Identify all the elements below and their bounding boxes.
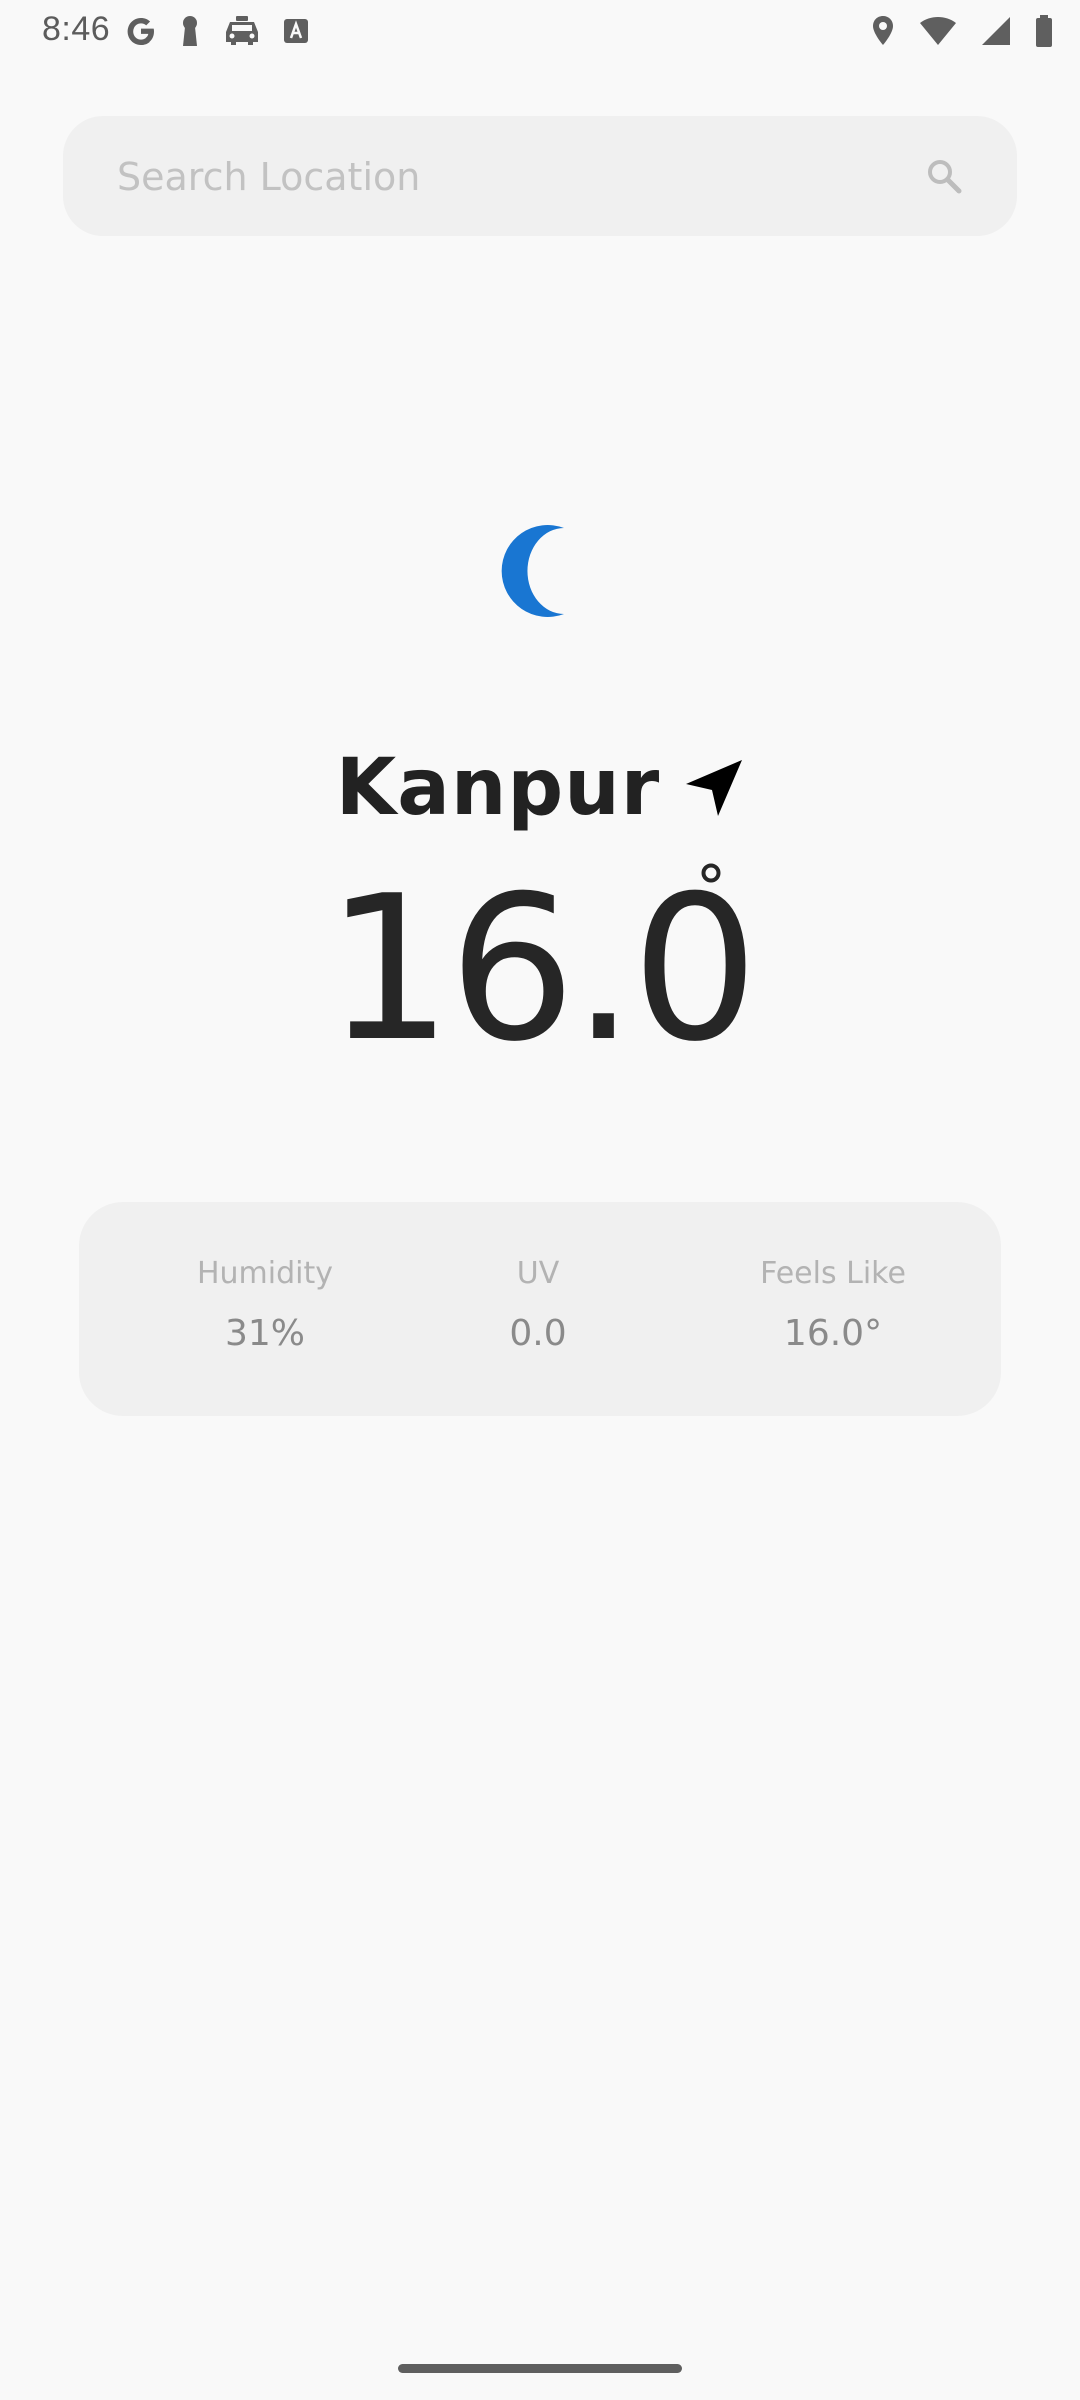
navigation-arrow-icon bbox=[684, 758, 744, 818]
signal-icon bbox=[980, 15, 1012, 47]
temperature-value: 16.0 bbox=[325, 853, 758, 1086]
stats-card: Humidity 31% UV 0.0 Feels Like 16.0° bbox=[79, 1202, 1001, 1416]
feels-like-label: Feels Like bbox=[760, 1256, 906, 1291]
uv-value: 0.0 bbox=[509, 1313, 567, 1354]
status-left-icons bbox=[124, 12, 330, 50]
status-bar: 8:46 bbox=[0, 0, 1080, 62]
status-time: 8:46 bbox=[42, 10, 111, 48]
humidity-label: Humidity bbox=[196, 1256, 334, 1291]
search-bar[interactable] bbox=[63, 116, 1017, 238]
uv-label: UV bbox=[516, 1256, 560, 1291]
translate-icon bbox=[282, 16, 310, 46]
humidity-stat: Humidity 31% bbox=[135, 1254, 395, 1356]
feels-like-stat: Feels Like 16.0° bbox=[703, 1254, 963, 1356]
city-row: Kanpur bbox=[0, 738, 1080, 838]
battery-icon bbox=[1034, 14, 1054, 48]
keyhole-icon bbox=[178, 14, 202, 48]
search-icon[interactable] bbox=[925, 157, 963, 195]
home-indicator[interactable] bbox=[398, 2364, 682, 2373]
taxi-icon bbox=[222, 14, 262, 48]
search-input[interactable] bbox=[115, 116, 899, 238]
wifi-icon bbox=[918, 15, 958, 47]
temperature-row: 16.0 bbox=[0, 860, 1080, 1080]
crescent-moon-icon bbox=[486, 518, 578, 624]
location-pin-icon bbox=[870, 14, 896, 48]
feels-like-value: 16.0° bbox=[783, 1313, 883, 1354]
city-name: Kanpur bbox=[335, 743, 661, 833]
status-right-icons bbox=[848, 12, 1054, 50]
google-icon bbox=[124, 14, 158, 48]
degree-circle-icon bbox=[700, 862, 722, 884]
uv-stat: UV 0.0 bbox=[408, 1254, 668, 1356]
humidity-value: 31% bbox=[224, 1313, 305, 1354]
